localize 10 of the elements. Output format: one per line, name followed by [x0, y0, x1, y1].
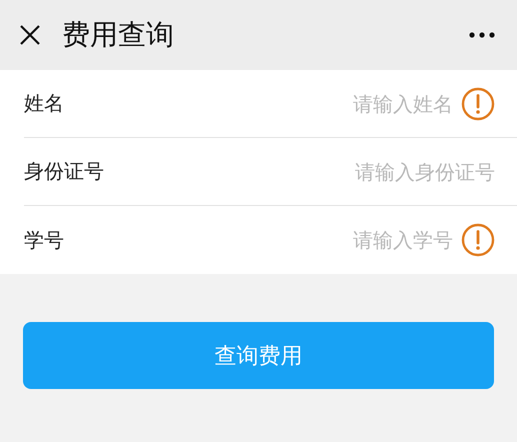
input-field[interactable]: 请输入姓名 [64, 84, 453, 124]
input-field[interactable]: 请输入学号 [64, 220, 453, 260]
more-icon[interactable] [469, 32, 495, 38]
close-icon[interactable] [18, 23, 42, 47]
query-button[interactable]: 查询费用 [23, 322, 494, 389]
field-label: 学号 [24, 226, 64, 254]
field-label: 身份证号 [24, 158, 104, 185]
field-label: 姓名 [24, 90, 64, 117]
input-field[interactable]: 请输入身份证号 [104, 152, 495, 192]
page-title: 费用查询 [62, 17, 175, 53]
